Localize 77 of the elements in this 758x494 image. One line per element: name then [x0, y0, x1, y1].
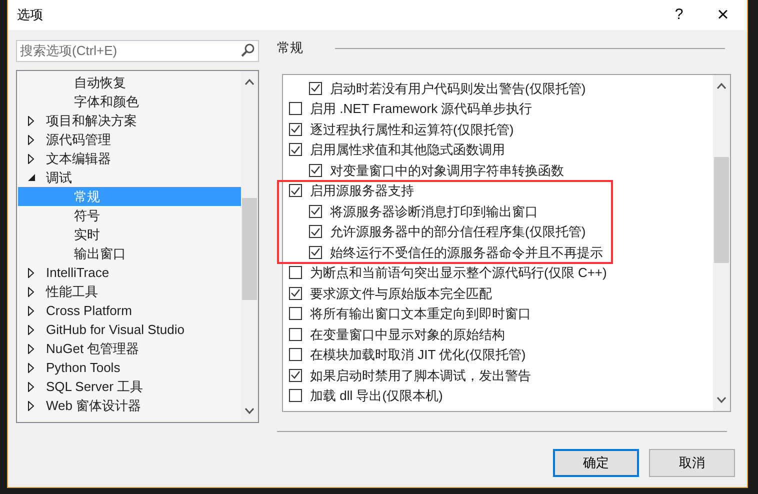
checkbox[interactable] — [289, 266, 302, 280]
checkbox[interactable] — [309, 164, 322, 177]
close-button[interactable]: × — [708, 0, 738, 30]
scroll-thumb[interactable] — [714, 157, 729, 263]
search-icon[interactable] — [241, 43, 255, 57]
collapsed-icon[interactable] — [28, 116, 36, 126]
scroll-up-icon[interactable] — [245, 79, 254, 85]
tree-item[interactable]: 输出窗口 — [18, 244, 241, 263]
tree-item[interactable]: 实时 — [18, 225, 241, 244]
collapsed-icon[interactable] — [28, 286, 36, 296]
option-label: 加载 dll 导出(仅限本机) — [310, 387, 443, 405]
collapsed-icon[interactable] — [28, 306, 36, 316]
checkbox[interactable] — [289, 328, 302, 341]
option-label: 启用属性求值和其他隐式函数调用 — [310, 141, 505, 159]
option-label: 允许源服务器中的部分信任程序集(仅限托管) — [330, 223, 586, 241]
scrollbar[interactable] — [241, 71, 258, 422]
collapsed-icon[interactable] — [28, 134, 36, 144]
option-label: 对变量窗口中的对象调用字符串转换函数 — [330, 162, 564, 180]
tree-item[interactable]: SQL Server 工具 — [18, 377, 241, 396]
tree-item[interactable]: 文本编辑器 — [18, 149, 241, 168]
option-label: 在变量窗口中显示对象的原始结构 — [310, 326, 505, 344]
tree-item[interactable]: Web 窗体设计器 — [18, 396, 241, 415]
checkbox[interactable] — [289, 102, 302, 116]
tree-item[interactable]: GitHub for Visual Studio — [18, 320, 241, 339]
tree-item[interactable]: Python Tools — [18, 358, 241, 377]
checkbox[interactable] — [289, 307, 302, 320]
tree-item[interactable]: 项目和解决方案 — [18, 111, 241, 130]
tree-item[interactable]: IntelliTrace — [18, 263, 241, 282]
scroll-down-icon[interactable] — [245, 408, 254, 414]
tree-item[interactable]: Cross Platform — [18, 301, 241, 320]
checkbox[interactable] — [289, 368, 302, 382]
checkbox[interactable] — [289, 389, 302, 402]
search-field[interactable]: 搜索选项(Ctrl+E) — [16, 40, 259, 62]
option-label: 将源服务器诊断消息打印到输出窗口 — [330, 202, 538, 220]
option-label: 启用源服务器支持 — [310, 182, 414, 200]
checkbox[interactable] — [309, 225, 322, 238]
collapsed-icon[interactable] — [28, 382, 36, 392]
scroll-down-icon[interactable] — [717, 397, 726, 403]
scrollbar[interactable] — [713, 75, 730, 411]
option-label: 将所有输出窗口文本重定向到即时窗口 — [310, 305, 531, 323]
expanded-icon[interactable] — [28, 172, 36, 182]
scroll-thumb[interactable] — [242, 198, 257, 300]
option-label: 启动时若没有用户代码则发出警告(仅限托管) — [330, 80, 586, 98]
section-title: 常规 — [277, 39, 303, 58]
dialog-button[interactable]: 确定 — [553, 449, 639, 477]
tree-item[interactable]: 符号 — [18, 206, 241, 225]
tree-item[interactable]: 源代码管理 — [18, 130, 241, 149]
help-button[interactable]: ? — [664, 0, 694, 30]
tree-item[interactable]: 自动恢复 — [18, 73, 241, 92]
collapsed-icon[interactable] — [28, 268, 36, 278]
scroll-up-icon[interactable] — [717, 83, 726, 89]
tree-item[interactable]: 调试 — [18, 168, 241, 187]
checkbox[interactable] — [289, 348, 302, 362]
option-label: 为断点和当前语句突出显示整个源代码行(仅限 C++) — [310, 264, 607, 282]
option-label: 要求源文件与原始版本完全匹配 — [310, 284, 492, 302]
checkbox[interactable] — [289, 143, 302, 156]
checkbox[interactable] — [289, 122, 302, 136]
checkbox[interactable] — [309, 246, 322, 259]
collapsed-icon[interactable] — [28, 324, 36, 334]
collapsed-icon[interactable] — [28, 362, 36, 372]
checkbox[interactable] — [309, 204, 322, 218]
tree-item[interactable]: NuGet 包管理器 — [18, 339, 241, 358]
tree-item[interactable]: 性能工具 — [18, 282, 241, 301]
option-label: 始终运行不受信任的源服务器命令并且不再提示 — [330, 244, 603, 262]
tree-item[interactable]: 字体和颜色 — [18, 92, 241, 111]
window-title: 选项 — [17, 6, 43, 24]
collapsed-icon[interactable] — [28, 154, 36, 164]
collapsed-icon[interactable] — [28, 400, 36, 410]
option-label: 启用 .NET Framework 源代码单步执行 — [310, 100, 532, 118]
option-label: 如果启动时禁用了脚本调试，发出警告 — [310, 366, 531, 384]
checkbox[interactable] — [289, 184, 302, 198]
option-label: 在模块加载时取消 JIT 优化(仅限托管) — [310, 346, 526, 364]
collapsed-icon[interactable] — [28, 344, 36, 354]
checkbox[interactable] — [309, 82, 322, 95]
option-label: 逐过程执行属性和运算符(仅限托管) — [310, 120, 514, 139]
checkbox[interactable] — [289, 286, 302, 300]
dialog-button[interactable]: 取消 — [649, 449, 735, 477]
